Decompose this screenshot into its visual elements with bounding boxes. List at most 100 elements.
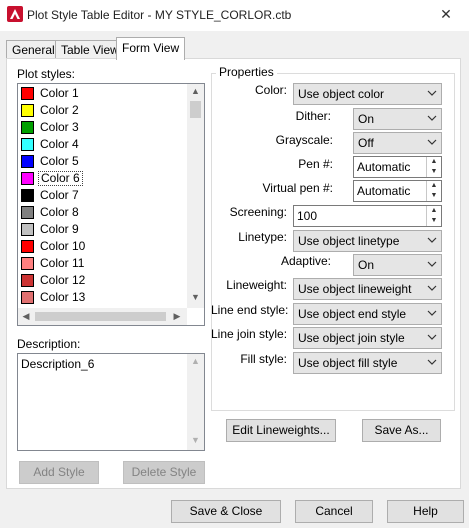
chevron-down-icon [427,359,437,365]
scroll-left-icon[interactable]: ◀ [20,311,32,322]
fill-style-label: Fill style: [240,352,287,366]
line-join-style-value: Use object join style [298,331,405,345]
screening-spinner[interactable]: 100 ▲ ▼ [293,205,442,227]
list-item[interactable]: Color 5 [19,153,185,170]
color-swatch [21,121,34,134]
fill-style-select[interactable]: Use object fill style [293,352,442,374]
spin-down-icon[interactable]: ▼ [427,191,441,201]
list-item-selected[interactable]: Color 6 [19,170,185,187]
chevron-down-icon [427,285,437,291]
color-swatch [21,172,34,185]
tab-form-view[interactable]: Form View [116,37,186,60]
grayscale-select[interactable]: Off [353,132,442,154]
pen-number-value: Automatic [357,160,411,174]
list-item-label: Color 12 [40,273,86,287]
list-item-label: Color 8 [40,205,79,219]
color-swatch [21,223,34,236]
list-item-label: Color 6 [38,171,83,186]
spin-down-icon[interactable]: ▼ [427,216,441,226]
delete-style-button[interactable]: Delete Style [123,461,205,484]
horizontal-scrollbar[interactable]: ◀ ▶ [18,308,187,325]
screening-label: Screening: [229,205,287,219]
color-swatch [21,257,34,270]
scroll-up-icon[interactable]: ▲ [187,86,204,96]
spin-down-icon[interactable]: ▼ [427,167,441,177]
line-end-style-label: Line end style: [211,303,289,317]
add-style-button[interactable]: Add Style [19,461,99,484]
form-view-panel: Plot styles: Color 1 Color 2 Color 3 Col… [6,58,461,489]
save-as-button[interactable]: Save As... [362,419,441,442]
scroll-thumb[interactable] [35,312,166,321]
list-item[interactable]: Color 12 [19,272,185,289]
autocad-logo-icon [7,6,23,22]
close-button[interactable]: ✕ [423,0,469,30]
scroll-thumb[interactable] [190,101,201,118]
spin-up-icon[interactable]: ▲ [427,157,441,167]
chevron-down-icon [427,115,437,121]
list-item[interactable]: Color 4 [19,136,185,153]
description-textarea[interactable]: Description_6 ▲ ▼ [17,353,205,451]
lineweight-label: Lineweight: [226,278,287,292]
grayscale-label: Grayscale: [275,133,333,147]
vertical-scrollbar[interactable]: ▲ ▼ [187,84,204,308]
line-join-style-select[interactable]: Use object join style [293,327,442,349]
list-item-label: Color 2 [40,103,79,117]
scroll-down-icon[interactable]: ▼ [187,292,204,302]
scroll-up-icon[interactable]: ▲ [187,356,204,366]
cancel-button[interactable]: Cancel [295,500,373,523]
screening-value: 100 [297,209,318,223]
scroll-right-icon[interactable]: ▶ [171,311,183,322]
list-item[interactable]: Color 13 [19,289,185,306]
list-item[interactable]: Color 8 [19,204,185,221]
scroll-down-icon[interactable]: ▼ [187,435,204,445]
close-icon: ✕ [440,6,452,22]
virtual-pen-spinner[interactable]: Automatic ▲ ▼ [353,180,442,202]
dither-select[interactable]: On [353,108,442,130]
virtual-pen-label: Virtual pen #: [262,181,334,195]
list-item[interactable]: Color 1 [19,85,185,102]
color-label: Color: [254,83,287,97]
plot-styles-label: Plot styles: [17,67,76,81]
dialog-body: General Table View Form View Plot styles… [0,31,469,528]
list-item[interactable]: Color 10 [19,238,185,255]
list-item[interactable]: Color 7 [19,187,185,204]
list-item-label: Color 13 [40,290,86,304]
plot-styles-list[interactable]: Color 1 Color 2 Color 3 Color 4 Color 5 … [17,83,205,326]
list-item[interactable]: Color 3 [19,119,185,136]
color-swatch [21,206,34,219]
chevron-down-icon [427,261,437,267]
save-close-button[interactable]: Save & Close [171,500,281,523]
lineweight-select[interactable]: Use object lineweight [293,278,442,300]
tab-table-view[interactable]: Table View [55,40,125,59]
line-end-style-select[interactable]: Use object end style [293,303,442,325]
spin-up-icon[interactable]: ▲ [427,181,441,191]
line-end-style-value: Use object end style [298,307,407,321]
color-swatch [21,155,34,168]
description-label: Description: [17,337,81,351]
pen-number-label: Pen #: [298,157,333,171]
list-item-label: Color 11 [40,256,85,270]
spinner-buttons: ▲ ▼ [426,157,441,177]
color-swatch [21,104,34,117]
list-item[interactable]: Color 11 [19,255,185,272]
spinner-buttons: ▲ ▼ [426,206,441,226]
linetype-select[interactable]: Use object linetype [293,230,442,252]
dither-label: Dither: [295,109,331,123]
list-item-label: Color 9 [40,222,79,236]
color-swatch [21,138,34,151]
list-item[interactable]: Color 2 [19,102,185,119]
tab-general[interactable]: General [6,40,61,59]
list-item[interactable]: Color 9 [19,221,185,238]
spin-up-icon[interactable]: ▲ [427,206,441,216]
list-item-label: Color 7 [40,188,79,202]
list-item-label: Color 1 [40,86,79,100]
edit-lineweights-button[interactable]: Edit Lineweights... [226,419,336,442]
color-select[interactable]: Use object color [293,83,442,105]
adaptive-select[interactable]: On [353,254,442,276]
adaptive-value: On [358,258,375,272]
grayscale-value: Off [358,136,374,150]
help-button[interactable]: Help [387,500,464,523]
linetype-label: Linetype: [238,230,287,244]
pen-number-spinner[interactable]: Automatic ▲ ▼ [353,156,442,178]
vertical-scrollbar[interactable]: ▲ ▼ [187,354,204,450]
